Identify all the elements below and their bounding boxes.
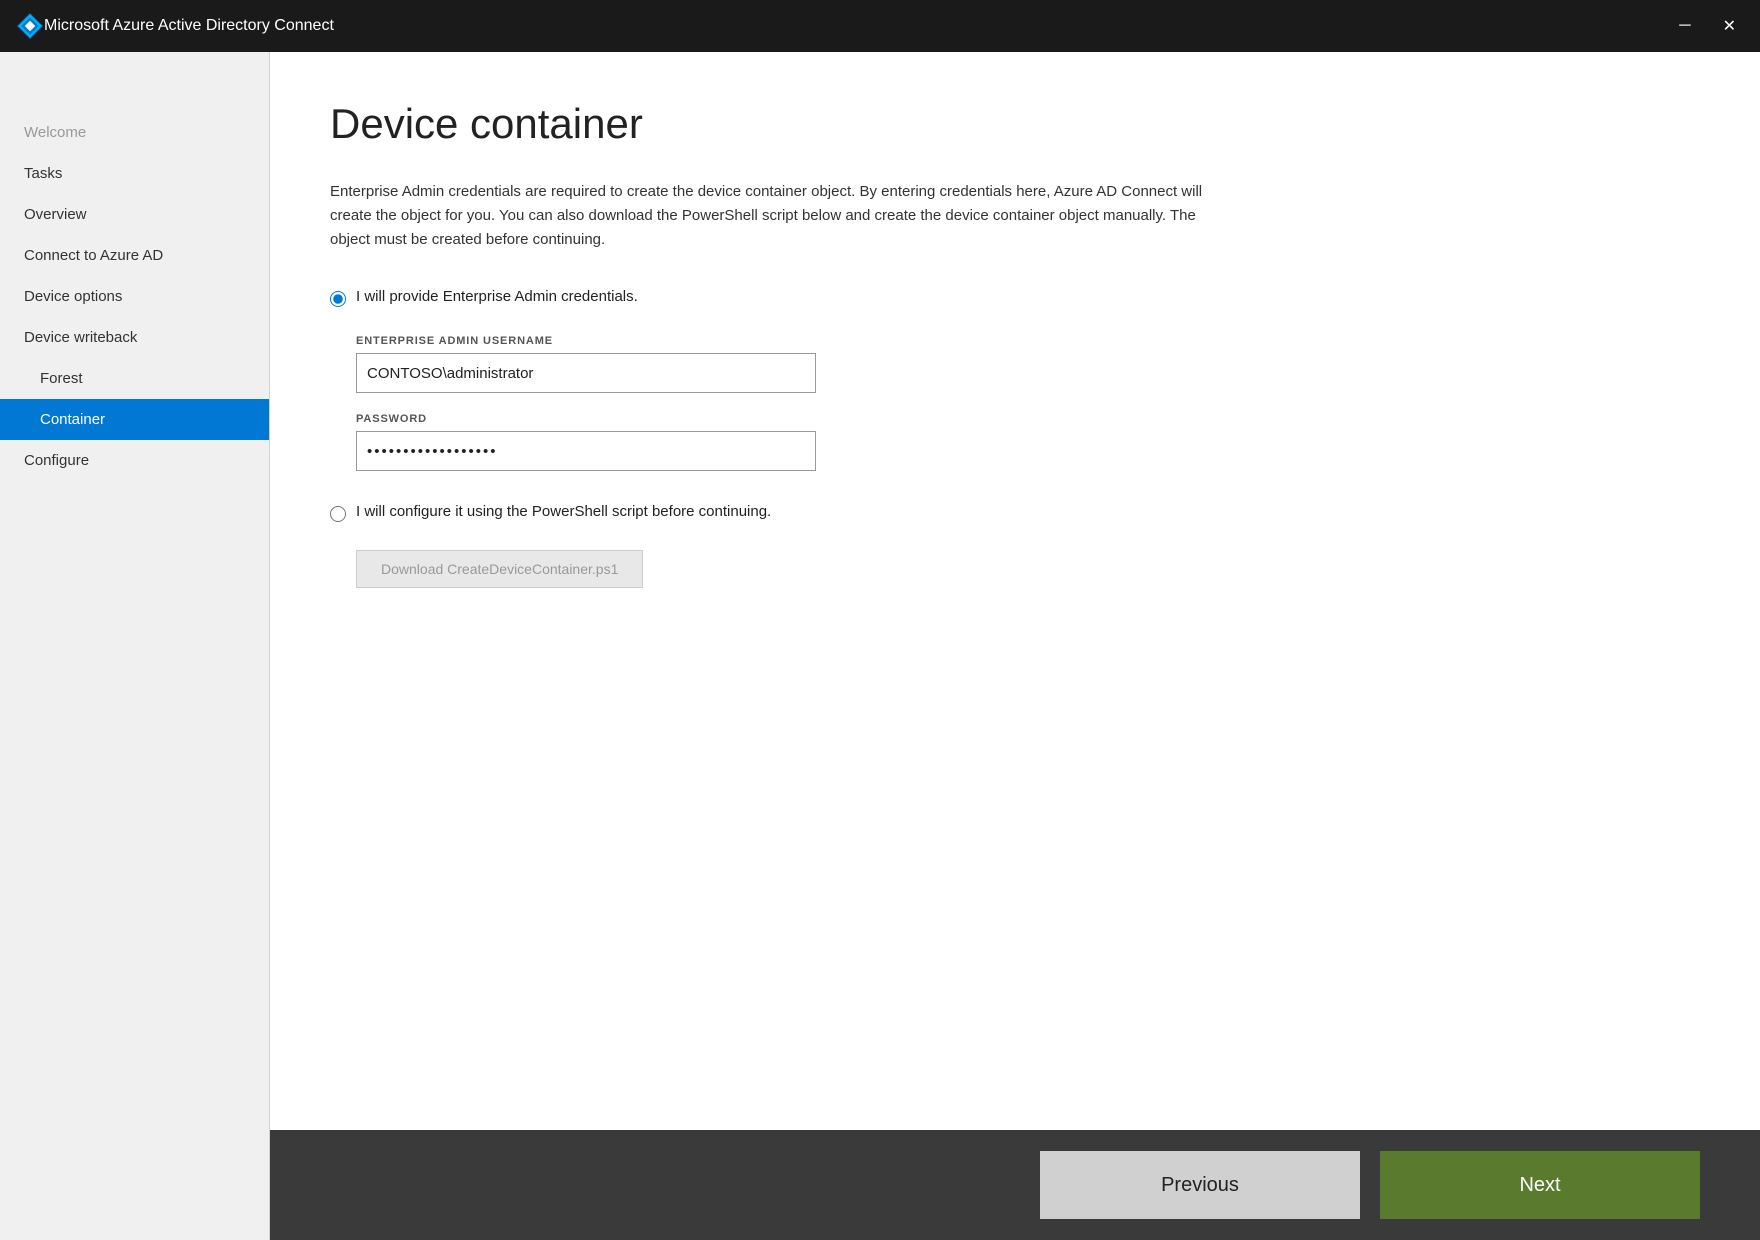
content-main: Device container Enterprise Admin creden… bbox=[270, 52, 1760, 1130]
next-button[interactable]: Next bbox=[1380, 1151, 1700, 1219]
radio-powershell-label: I will configure it using the PowerShell… bbox=[356, 503, 771, 520]
radio-credentials-input[interactable] bbox=[330, 291, 346, 307]
password-input[interactable] bbox=[356, 431, 816, 471]
username-label: ENTERPRISE ADMIN USERNAME bbox=[356, 335, 1700, 347]
sidebar-item-configure[interactable]: Configure bbox=[0, 440, 269, 481]
credentials-form: ENTERPRISE ADMIN USERNAME PASSWORD bbox=[356, 335, 1700, 471]
sidebar-item-device-options[interactable]: Device options bbox=[0, 276, 269, 317]
title-bar: Microsoft Azure Active Directory Connect… bbox=[0, 0, 1760, 52]
password-label: PASSWORD bbox=[356, 413, 1700, 425]
sidebar-item-forest[interactable]: Forest bbox=[0, 358, 269, 399]
description-text: Enterprise Admin credentials are require… bbox=[330, 180, 1230, 252]
radio-option-credentials[interactable]: I will provide Enterprise Admin credenti… bbox=[330, 288, 1700, 307]
sidebar-item-overview[interactable]: Overview bbox=[0, 194, 269, 235]
sidebar-item-device-writeback[interactable]: Device writeback bbox=[0, 317, 269, 358]
radio-option-powershell[interactable]: I will configure it using the PowerShell… bbox=[330, 503, 1700, 522]
sidebar-item-connect-azure-ad[interactable]: Connect to Azure AD bbox=[0, 235, 269, 276]
sidebar: Welcome Tasks Overview Connect to Azure … bbox=[0, 52, 270, 1240]
previous-button[interactable]: Previous bbox=[1040, 1151, 1360, 1219]
footer: Previous Next bbox=[270, 1130, 1760, 1240]
download-script-button[interactable]: Download CreateDeviceContainer.ps1 bbox=[356, 550, 643, 588]
username-input[interactable] bbox=[356, 353, 816, 393]
minimize-button[interactable]: ─ bbox=[1671, 12, 1698, 40]
main-window: Welcome Tasks Overview Connect to Azure … bbox=[0, 52, 1760, 1240]
sidebar-item-tasks[interactable]: Tasks bbox=[0, 153, 269, 194]
azure-logo-icon bbox=[16, 12, 44, 40]
sidebar-item-container[interactable]: Container bbox=[0, 399, 269, 440]
sidebar-item-welcome: Welcome bbox=[0, 112, 269, 153]
window-controls: ─ ✕ bbox=[1671, 12, 1744, 40]
window-title: Microsoft Azure Active Directory Connect bbox=[44, 17, 1671, 35]
radio-powershell-input[interactable] bbox=[330, 506, 346, 522]
radio-credentials-label: I will provide Enterprise Admin credenti… bbox=[356, 288, 638, 305]
page-title: Device container bbox=[330, 100, 1700, 148]
content-area: Device container Enterprise Admin creden… bbox=[270, 52, 1760, 1240]
close-button[interactable]: ✕ bbox=[1715, 12, 1744, 40]
